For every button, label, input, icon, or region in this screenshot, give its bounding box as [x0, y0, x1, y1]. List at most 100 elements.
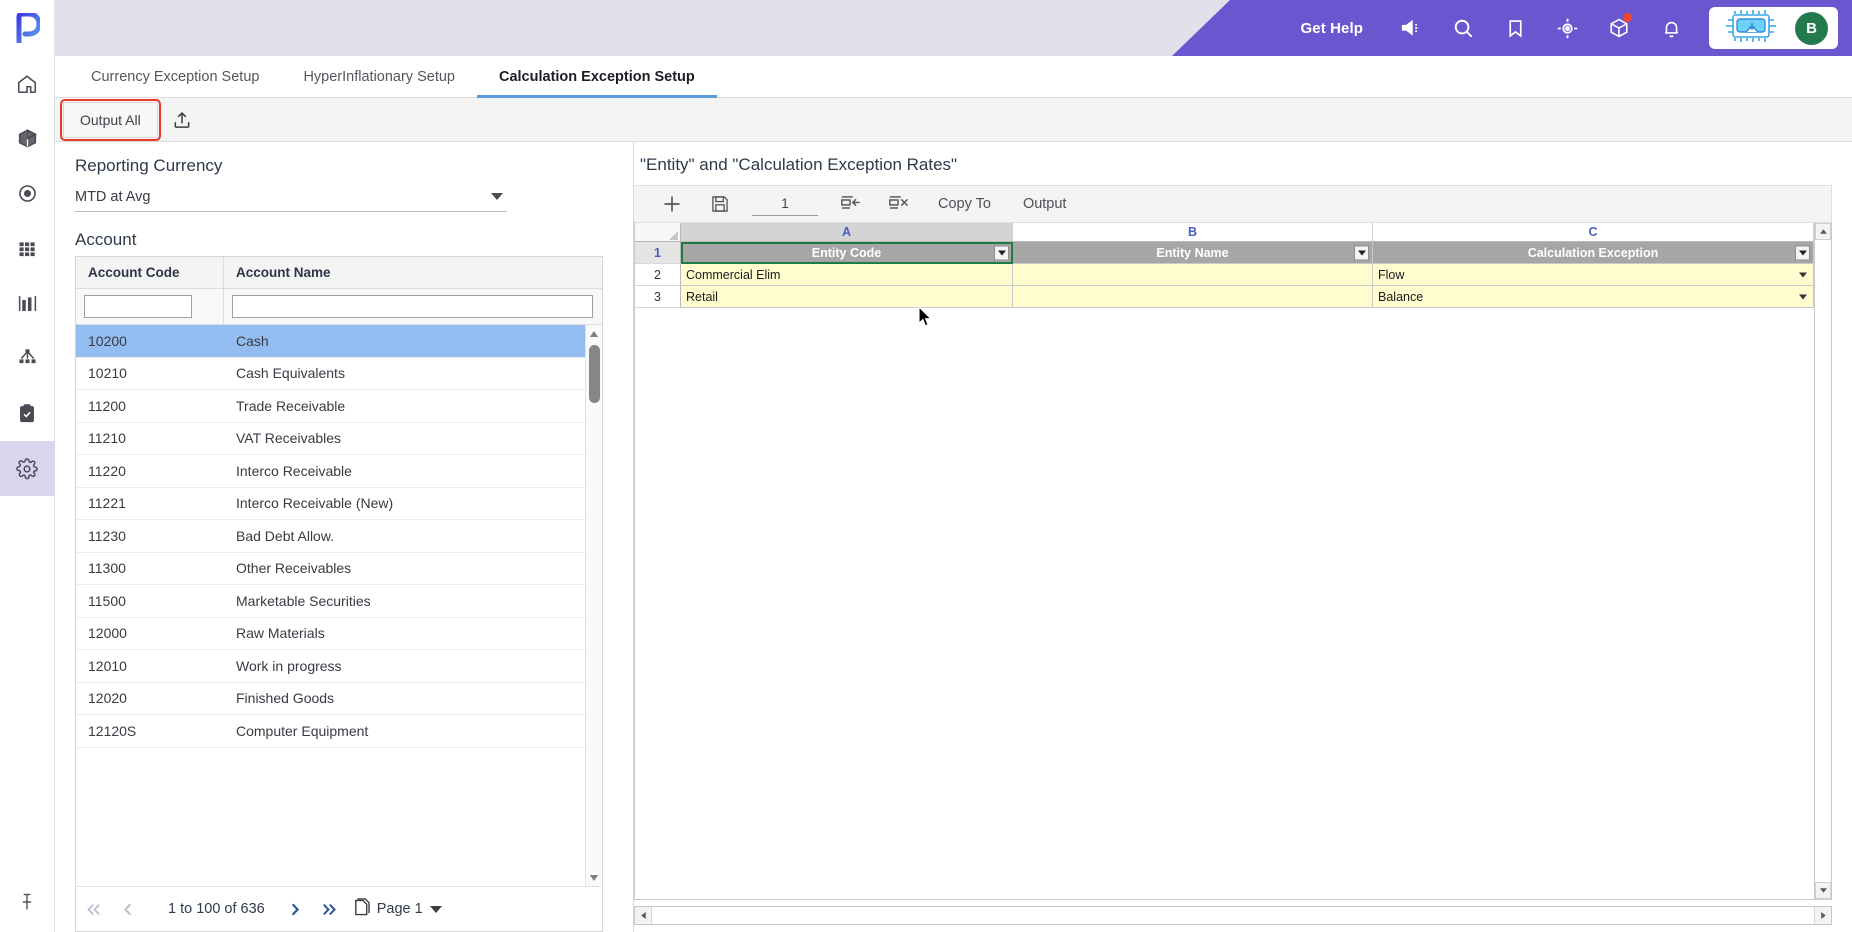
avatar[interactable]: B	[1795, 11, 1828, 45]
sheet-empty-area[interactable]	[635, 308, 1814, 899]
table-row[interactable]: 11230 Bad Debt Allow.	[76, 520, 602, 553]
sidebar-item-hierarchy[interactable]	[0, 331, 55, 386]
row-header-1[interactable]: 1	[635, 242, 681, 264]
cell-b2[interactable]	[1013, 264, 1373, 286]
cell-account-code: 12120S	[88, 722, 137, 739]
pager-first-button[interactable]	[76, 886, 110, 932]
scrollbar-track[interactable]	[652, 907, 1814, 924]
column-header-account-name[interactable]: Account Name	[224, 257, 602, 289]
search-icon[interactable]	[1437, 0, 1489, 56]
column-header-a[interactable]: A	[681, 223, 1013, 242]
sidebar-item-home[interactable]	[0, 56, 55, 111]
reporting-currency-select[interactable]: MTD at Avg	[75, 182, 507, 212]
chevron-down-icon	[491, 193, 503, 200]
account-list-scrollbar[interactable]	[585, 325, 602, 886]
table-row[interactable]: 10210 Cash Equivalents	[76, 358, 602, 390]
account-name-filter-input[interactable]	[232, 295, 593, 318]
sheet-horizontal-scrollbar[interactable]	[634, 906, 1832, 925]
upload-export-icon[interactable]	[164, 102, 200, 138]
cell-dropdown-icon[interactable]	[1799, 294, 1807, 299]
account-code-filter-input[interactable]	[84, 295, 192, 318]
sidebar-item-tasks[interactable]	[0, 386, 55, 441]
scroll-down-icon[interactable]	[1815, 882, 1831, 899]
left-panel-header: Reporting Currency MTD at Avg Account	[55, 142, 633, 256]
row-header-2[interactable]: 2	[635, 264, 681, 286]
filter-dropdown-icon-b[interactable]	[1354, 245, 1369, 260]
table-row[interactable]: 12020 Finished Goods	[76, 683, 602, 715]
table-row[interactable]: 11300 Other Receivables	[76, 553, 602, 585]
tab-hyperinflationary-setup[interactable]: HyperInflationary Setup	[281, 56, 477, 97]
cell-a2[interactable]: Commercial Elim	[681, 264, 1013, 286]
pin-icon[interactable]	[0, 872, 55, 932]
cell-b3[interactable]	[1013, 286, 1373, 308]
table-row[interactable]: 11200 Trade Receivable	[76, 390, 602, 423]
plus-icon[interactable]	[648, 185, 696, 223]
cube-badge-icon[interactable]	[1593, 0, 1645, 56]
bell-icon[interactable]	[1645, 0, 1697, 56]
table-row[interactable]: 11500 Marketable Securities	[76, 585, 602, 618]
app-logo[interactable]	[0, 0, 55, 56]
scroll-up-icon[interactable]	[1815, 223, 1831, 240]
delete-row-icon[interactable]	[874, 185, 922, 223]
spreadsheet: A B C 1 Entity Code Entity Name Calculat…	[634, 223, 1815, 900]
scroll-up-icon[interactable]	[586, 325, 602, 342]
column-header-c[interactable]: C	[1373, 223, 1814, 242]
pager-page-selector[interactable]: Page 1	[353, 897, 442, 921]
cell-account-name: Finished Goods	[236, 690, 335, 707]
tab-calculation-exception-setup[interactable]: Calculation Exception Setup	[476, 56, 717, 98]
pager-prev-button[interactable]	[110, 886, 144, 932]
cell-a3[interactable]: Retail	[681, 286, 1013, 308]
row-count-input[interactable]	[752, 192, 818, 216]
cell-c2[interactable]: Flow	[1373, 264, 1814, 286]
table-row[interactable]: 11221 Interco Receivable (New)	[76, 488, 602, 520]
filter-dropdown-icon-a[interactable]	[994, 245, 1009, 260]
cell-a1-entity-code[interactable]: Entity Code	[681, 242, 1013, 264]
table-row[interactable]: 12010 Work in progress	[76, 650, 602, 683]
output-button[interactable]: Output	[1007, 196, 1083, 212]
copy-to-button[interactable]: Copy To	[922, 196, 1007, 212]
pager-next-button[interactable]	[279, 886, 313, 932]
sidebar-item-reports[interactable]	[0, 276, 55, 331]
pager-page-label: Page 1	[376, 901, 423, 917]
cell-account-name: Interco Receivable	[236, 462, 352, 479]
table-row[interactable]: 10200 Cash	[76, 325, 602, 358]
cell-account-code: 11230	[88, 527, 126, 544]
scroll-left-icon[interactable]	[635, 907, 652, 924]
cell-c1-calculation-exception[interactable]: Calculation Exception	[1373, 242, 1814, 264]
megaphone-icon[interactable]	[1385, 0, 1437, 56]
cell-dropdown-icon[interactable]	[1799, 272, 1807, 277]
scroll-down-icon[interactable]	[586, 869, 602, 886]
sidebar-item-boards[interactable]	[0, 221, 55, 276]
row-header-3[interactable]: 3	[635, 286, 681, 308]
scrollbar-thumb[interactable]	[589, 345, 600, 403]
scroll-right-icon[interactable]	[1814, 907, 1831, 924]
bookmark-icon[interactable]	[1489, 0, 1541, 56]
tab-currency-exception-setup[interactable]: Currency Exception Setup	[69, 56, 281, 97]
user-pill[interactable]: B	[1709, 7, 1838, 49]
sidebar-item-models[interactable]	[0, 111, 55, 166]
table-row[interactable]: 12120S Computer Equipment	[76, 715, 602, 748]
table-row[interactable]: 11210 VAT Receivables	[76, 423, 602, 455]
column-header-b[interactable]: B	[1013, 223, 1373, 242]
save-floppy-icon[interactable]	[696, 185, 744, 223]
cell-account-code: 12020	[88, 690, 127, 707]
chip-assistant-icon[interactable]	[1723, 9, 1781, 48]
cell-account-name: Marketable Securities	[236, 592, 371, 609]
sheet-select-all-corner[interactable]	[635, 223, 681, 242]
filter-dropdown-icon-c[interactable]	[1795, 245, 1810, 260]
sheet-data-row: 3 Retail Balance	[635, 286, 1814, 308]
sheet-vertical-scrollbar[interactable]	[1815, 223, 1832, 900]
table-row[interactable]: 11220 Interco Receivable	[76, 455, 602, 488]
cell-c3[interactable]: Balance	[1373, 286, 1814, 308]
sidebar-item-actions[interactable]	[0, 166, 55, 221]
column-header-account-code[interactable]: Account Code	[76, 256, 224, 289]
pager-last-button[interactable]	[313, 886, 347, 932]
insert-row-icon[interactable]	[826, 185, 874, 223]
output-all-button[interactable]: Output All	[60, 98, 161, 141]
get-help-link[interactable]: Get Help	[1301, 20, 1363, 37]
cell-b1-entity-name[interactable]: Entity Name	[1013, 242, 1373, 264]
sidebar-item-settings[interactable]	[0, 441, 55, 496]
table-row[interactable]: 12000 Raw Materials	[76, 618, 602, 650]
sheet-data-row: 2 Commercial Elim Flow	[635, 264, 1814, 286]
target-crosshair-icon[interactable]	[1541, 0, 1593, 56]
